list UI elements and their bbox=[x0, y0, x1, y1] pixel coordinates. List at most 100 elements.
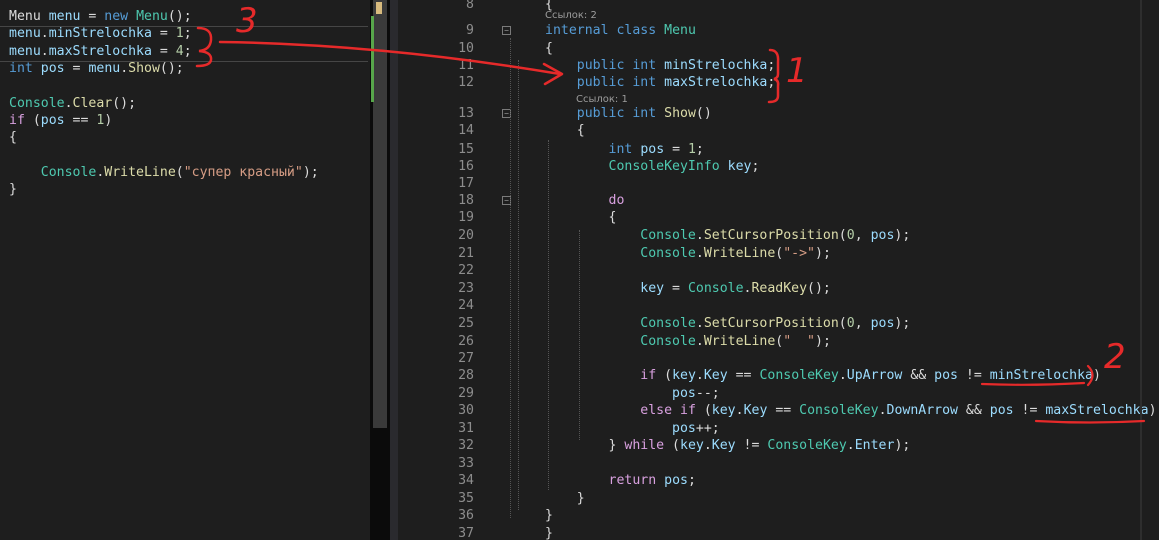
line-number: 18 bbox=[458, 193, 474, 208]
code-line[interactable]: { bbox=[9, 129, 17, 146]
code-token: int bbox=[632, 75, 657, 90]
code-line[interactable]: } while (key.Key != ConsoleKey.Enter); bbox=[545, 437, 911, 454]
code-token: != bbox=[1013, 403, 1046, 418]
code-token: ); bbox=[894, 438, 911, 453]
line-number: 27 bbox=[458, 351, 474, 366]
code-token: == bbox=[727, 368, 760, 383]
code-line[interactable]: key = Console.ReadKey(); bbox=[545, 280, 831, 297]
code-line[interactable]: int pos = menu.Show(); bbox=[9, 60, 184, 77]
code-token: key bbox=[640, 281, 665, 296]
code-token: pos bbox=[672, 386, 696, 401]
indent-guide bbox=[510, 38, 511, 518]
code-line[interactable]: pos++; bbox=[545, 420, 720, 437]
right-code-editor[interactable]: 8 9 10 11 12 13 14 15 16 17 18 19 20 21 22 23 24 25 26 27 28… bbox=[398, 0, 1159, 540]
code-token: minStrelochka bbox=[48, 26, 152, 42]
code-line[interactable]: } bbox=[9, 181, 17, 198]
code-token: { bbox=[9, 130, 17, 146]
code-line[interactable]: public int Show() bbox=[545, 105, 712, 122]
code-token: key bbox=[711, 403, 736, 418]
code-token: SetCursorPosition bbox=[703, 228, 839, 243]
code-line[interactable]: } bbox=[545, 507, 553, 524]
code-line[interactable]: else if (key.Key == ConsoleKey.DownArrow… bbox=[545, 402, 1156, 419]
code-line[interactable]: menu.maxStrelochka = 4; bbox=[9, 43, 192, 60]
editor-right-edge bbox=[1140, 0, 1142, 540]
code-line[interactable]: pos--; bbox=[545, 385, 720, 402]
code-line[interactable]: do bbox=[545, 192, 625, 209]
code-line[interactable]: menu.minStrelochka = 1; bbox=[9, 25, 192, 42]
code-token: ( bbox=[24, 112, 41, 128]
code-line[interactable]: if (pos == 1) bbox=[9, 112, 112, 129]
code-line[interactable]: internal class Menu bbox=[545, 22, 696, 39]
code-line[interactable]: Console.WriteLine(" "); bbox=[545, 333, 831, 350]
code-token: } bbox=[9, 182, 17, 197]
code-line[interactable]: Console.SetCursorPosition(0, pos); bbox=[545, 227, 910, 244]
code-token: . bbox=[695, 368, 704, 383]
line-number: 10 bbox=[458, 41, 474, 56]
code-token: Console bbox=[640, 334, 696, 349]
code-token: } bbox=[545, 491, 585, 506]
scroll-thumb[interactable] bbox=[373, 0, 387, 428]
code-line[interactable]: } bbox=[545, 490, 585, 507]
code-token: "->" bbox=[783, 246, 815, 261]
code-token: key bbox=[672, 368, 696, 383]
code-token: "супер красный" bbox=[183, 164, 303, 180]
code-token: ); bbox=[302, 164, 319, 180]
code-line[interactable]: Console.WriteLine("супер красный"); bbox=[9, 164, 319, 181]
code-line[interactable]: public int minStrelochka; bbox=[545, 57, 776, 74]
code-token: minStrelochka bbox=[664, 58, 768, 73]
code-line[interactable]: if (key.Key == ConsoleKey.UpArrow && pos… bbox=[545, 367, 1101, 384]
codelens-refs-class[interactable]: Ссылок: 2 bbox=[545, 10, 597, 22]
code-token: Console bbox=[40, 164, 97, 180]
code-token: = bbox=[80, 9, 105, 24]
code-token: ( bbox=[664, 438, 680, 453]
code-token: 1 bbox=[175, 26, 184, 42]
codelens-refs-show[interactable]: Ссылок: 1 bbox=[576, 94, 628, 106]
code-line[interactable]: return pos; bbox=[545, 472, 696, 489]
code-token: . bbox=[695, 334, 704, 349]
code-token: (); bbox=[112, 95, 137, 111]
code-token: . bbox=[878, 403, 887, 418]
code-token: menu bbox=[9, 26, 41, 42]
code-line[interactable]: ConsoleKeyInfo key; bbox=[545, 158, 760, 175]
code-token: == bbox=[64, 112, 97, 128]
line-number: 23 bbox=[458, 281, 474, 296]
indent-guide bbox=[579, 230, 580, 440]
code-token: Menu bbox=[664, 23, 696, 38]
left-code-editor[interactable]: Menu menu = new Menu(); menu.minStrelochk… bbox=[0, 0, 370, 540]
code-token: WriteLine bbox=[703, 334, 776, 349]
code-token: int bbox=[632, 58, 657, 73]
code-token: 0 bbox=[846, 316, 855, 331]
code-line[interactable]: Console.Clear(); bbox=[9, 95, 136, 112]
collapse-class-icon[interactable]: − bbox=[502, 26, 511, 35]
code-line[interactable]: public int maxStrelochka; bbox=[545, 74, 776, 91]
line-number: 22 bbox=[458, 263, 474, 278]
code-token: class bbox=[616, 23, 657, 38]
code-token: == bbox=[767, 403, 800, 418]
code-line[interactable]: { bbox=[545, 40, 553, 57]
annotation-label-3: 3 bbox=[236, 1, 258, 41]
code-token: return bbox=[608, 473, 657, 488]
code-token: && bbox=[902, 368, 935, 383]
code-token: } bbox=[545, 508, 553, 523]
code-token: . bbox=[838, 368, 847, 383]
code-token: ( bbox=[695, 403, 712, 418]
line-number: 31 bbox=[458, 421, 474, 436]
code-line[interactable]: int pos = 1; bbox=[545, 141, 704, 158]
code-token: int bbox=[608, 142, 633, 157]
code-line[interactable]: { bbox=[545, 209, 617, 226]
left-editor-scrollbar[interactable] bbox=[370, 0, 390, 540]
code-token: ReadKey bbox=[751, 281, 808, 296]
editor-splitter[interactable] bbox=[390, 0, 398, 540]
code-line[interactable]: } bbox=[545, 525, 553, 540]
code-line[interactable]: Console.WriteLine("->"); bbox=[545, 245, 831, 262]
code-token: Console bbox=[640, 228, 696, 243]
code-token: ; bbox=[687, 473, 696, 488]
code-line[interactable]: { bbox=[545, 122, 585, 139]
code-token: new bbox=[104, 9, 129, 24]
code-line[interactable]: Console.SetCursorPosition(0, pos); bbox=[545, 315, 910, 332]
code-line[interactable]: Menu menu = new Menu(); bbox=[9, 8, 192, 25]
line-number: 25 bbox=[458, 316, 474, 331]
